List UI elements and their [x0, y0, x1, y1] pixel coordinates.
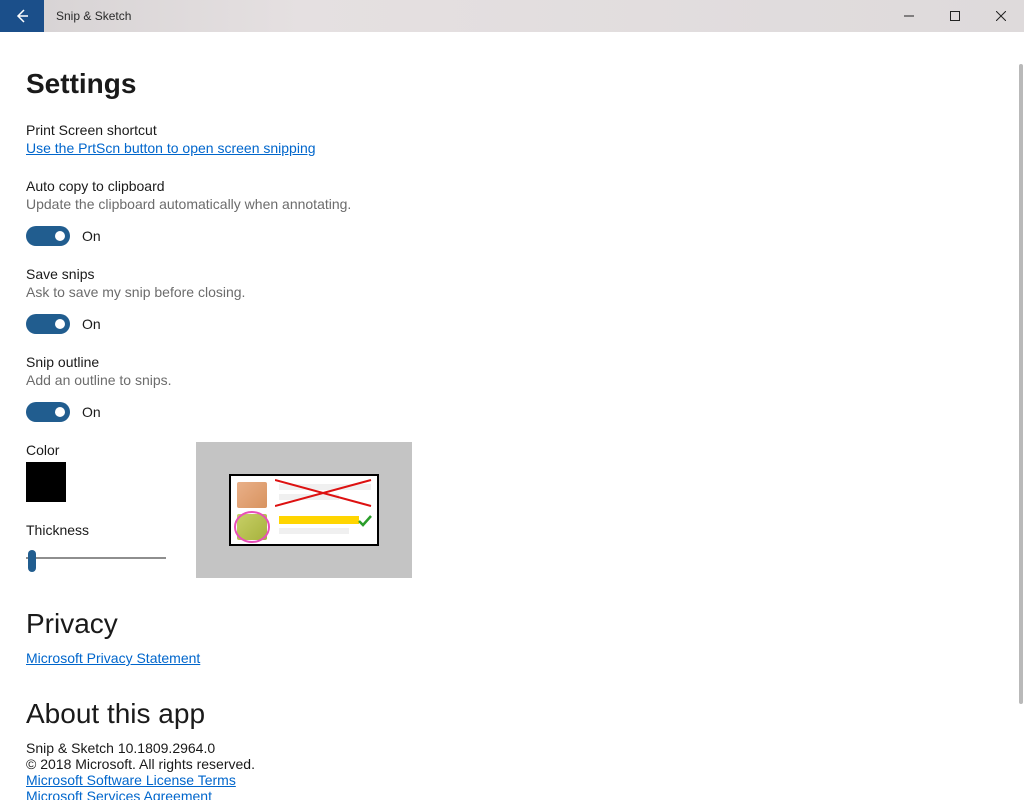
snip-outline-label: Snip outline [26, 354, 980, 370]
window-controls [886, 0, 1024, 32]
arrow-left-icon [14, 8, 30, 24]
snip-outline-desc: Add an outline to snips. [26, 372, 980, 388]
color-swatch[interactable] [26, 462, 66, 502]
license-link[interactable]: Microsoft Software License Terms [26, 772, 980, 788]
close-button[interactable] [978, 0, 1024, 32]
back-button[interactable] [0, 0, 44, 32]
auto-copy-toggle[interactable] [26, 226, 70, 246]
maximize-button[interactable] [932, 0, 978, 32]
privacy-link[interactable]: Microsoft Privacy Statement [26, 650, 200, 666]
thickness-slider[interactable] [26, 546, 166, 570]
outline-preview [196, 442, 412, 578]
maximize-icon [950, 11, 960, 21]
scrollbar[interactable] [1018, 32, 1024, 800]
save-snips-state: On [82, 316, 101, 332]
print-screen-link[interactable]: Use the PrtScn button to open screen sni… [26, 140, 316, 156]
outline-options: Color Thickness [26, 442, 980, 578]
titlebar: Snip & Sketch [0, 0, 1024, 32]
app-title: Snip & Sketch [56, 9, 131, 23]
save-snips-label: Save snips [26, 266, 980, 282]
snip-outline-toggle[interactable] [26, 402, 70, 422]
close-icon [996, 11, 1006, 21]
snip-outline-state: On [82, 404, 101, 420]
thickness-label: Thickness [26, 522, 166, 538]
auto-copy-state: On [82, 228, 101, 244]
print-screen-label: Print Screen shortcut [26, 122, 980, 138]
auto-copy-label: Auto copy to clipboard [26, 178, 980, 194]
page-title: Settings [26, 68, 980, 100]
auto-copy-desc: Update the clipboard automatically when … [26, 196, 980, 212]
minimize-button[interactable] [886, 0, 932, 32]
settings-page: Settings Print Screen shortcut Use the P… [0, 32, 980, 800]
about-copyright: © 2018 Microsoft. All rights reserved. [26, 756, 980, 772]
save-snips-desc: Ask to save my snip before closing. [26, 284, 980, 300]
content-scroll[interactable]: Settings Print Screen shortcut Use the P… [0, 32, 1024, 800]
services-link[interactable]: Microsoft Services Agreement [26, 788, 980, 800]
about-version: Snip & Sketch 10.1809.2964.0 [26, 740, 980, 756]
minimize-icon [904, 11, 914, 21]
privacy-heading: Privacy [26, 608, 980, 640]
color-label: Color [26, 442, 166, 458]
about-heading: About this app [26, 698, 980, 730]
save-snips-toggle[interactable] [26, 314, 70, 334]
